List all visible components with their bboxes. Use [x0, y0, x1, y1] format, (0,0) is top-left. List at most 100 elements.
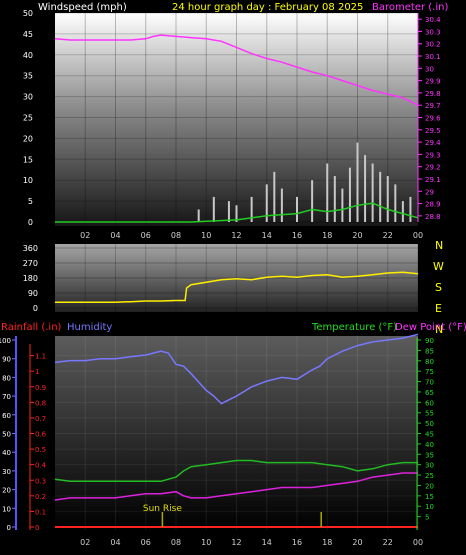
wind-y-tick-label: 20	[23, 134, 33, 143]
rainfall-y-tick-label: 1.1	[35, 353, 46, 361]
temperature-y-tick-label: 30	[425, 462, 434, 470]
x-tick-label: 00	[413, 538, 423, 547]
barometer-y-tick-label: 30.2	[425, 41, 441, 49]
rainfall-y-tick-label: 0.7	[35, 415, 46, 423]
humidity-y-tick-label: 70	[2, 393, 11, 401]
direction-y-tick-label: 180	[23, 274, 38, 283]
x-tick-label: 08	[171, 231, 181, 240]
wind-barometer-panel: 0 5 10 15 20 25 30 35 40 45 50 28.8 28.9 29 29.1 29.2 2…	[23, 9, 441, 240]
x-tick-label: 12	[231, 538, 241, 547]
x-tick-label: 14	[262, 231, 272, 240]
wind-direction-panel: 0 90 180 270 360	[23, 244, 419, 313]
barometer-y-tick-label: 29.4	[425, 139, 441, 147]
rainfall-y-tick-label: 0.1	[35, 508, 46, 516]
wind-y-tick-label: 10	[23, 176, 33, 185]
climate-panel: 0102030405060708090100 00.10.20.30.40.50…	[0, 333, 434, 547]
temperature-y-tick-label: 90	[425, 337, 434, 345]
barometer-y-tick-label: 30	[425, 65, 434, 73]
x-tick-label: 02	[80, 538, 90, 547]
compass-label: N	[435, 239, 443, 252]
rainfall-axis-title: Rainfall (.in)	[1, 322, 62, 333]
chart-title: 24 hour graph day : February 08 2025	[172, 2, 363, 13]
rainfall-y-tick-label: 0.5	[35, 446, 46, 454]
humidity-y-tick-label: 80	[2, 374, 11, 382]
x-tick-label: 02	[80, 231, 90, 240]
temperature-y-tick-label: 55	[425, 410, 434, 418]
direction-y-tick-label: 270	[23, 259, 38, 268]
direction-y-tick-label: 90	[28, 289, 38, 298]
temperature-y-tick-label: 35	[425, 451, 434, 459]
temperature-y-tick-label: 25	[425, 472, 434, 480]
wind-y-tick-label: 15	[23, 155, 33, 164]
x-tick-label: 04	[110, 231, 120, 240]
weather-graph-canvas: Windspeed (mph) 24 hour graph day : Febr…	[0, 2, 466, 547]
wind-y-tick-label: 45	[23, 30, 33, 39]
rainfall-y-tick-label: 0.2	[35, 493, 46, 501]
x-tick-label: 06	[141, 231, 151, 240]
compass-label: W	[433, 260, 444, 273]
barometer-y-tick-label: 29.6	[425, 115, 441, 123]
wind-y-tick-label: 50	[23, 9, 33, 18]
x-tick-label: 22	[383, 538, 393, 547]
x-tick-label: 10	[201, 538, 211, 547]
wind-y-tick-label: 35	[23, 72, 33, 81]
humidity-y-tick-label: 90	[2, 356, 11, 364]
barometer-y-tick-label: 28.9	[425, 201, 441, 209]
x-tick-label: 12	[231, 231, 241, 240]
rainfall-y-tick-label: 0.6	[35, 431, 47, 439]
dewpoint-axis-title: Dew Point (°F)	[395, 322, 466, 333]
humidity-y-tick-label: 30	[2, 468, 11, 476]
humidity-axis-title: Humidity	[67, 322, 112, 333]
humidity-y-tick-label: 10	[2, 505, 11, 513]
temperature-y-tick-label: 70	[425, 379, 434, 387]
x-tick-label: 06	[141, 538, 151, 547]
wind-y-tick-label: 0	[28, 218, 33, 227]
compass-label: E	[435, 302, 442, 315]
rainfall-y-tick-label: 0.3	[35, 477, 46, 485]
temperature-y-tick-label: 15	[425, 493, 434, 501]
temperature-y-tick-label: 85	[425, 347, 434, 355]
temperature-y-tick-label: 10	[425, 503, 434, 511]
barometer-y-tick-label: 29.5	[425, 127, 441, 135]
wind-axis-title: Windspeed (mph)	[38, 2, 127, 13]
direction-y-tick-label: 0	[33, 304, 38, 313]
x-tick-label: 00	[413, 231, 423, 240]
barometer-axis-title: Barometer (.in)	[372, 2, 448, 13]
rainfall-y-tick-label: 1	[35, 368, 39, 376]
x-tick-label: 14	[262, 538, 272, 547]
rainfall-y-tick-label: 0.9	[35, 384, 46, 392]
barometer-y-tick-label: 29.9	[425, 78, 441, 86]
temperature-y-tick-label: 50	[425, 420, 434, 428]
humidity-y-tick-label: 50	[2, 431, 11, 439]
barometer-y-tick-label: 29.1	[425, 176, 441, 184]
temperature-y-tick-label: 40	[425, 441, 434, 449]
barometer-y-tick-label: 29.7	[425, 102, 441, 110]
humidity-y-tick-label: 20	[2, 487, 11, 495]
x-tick-label: 16	[292, 231, 302, 240]
x-tick-label: 16	[292, 538, 302, 547]
barometer-y-tick-label: 29.3	[425, 151, 441, 159]
x-tick-label: 04	[110, 538, 120, 547]
barometer-y-tick-label: 28.8	[425, 213, 441, 221]
x-tick-label: 10	[201, 231, 211, 240]
humidity-y-tick-label: 100	[0, 337, 11, 345]
wind-y-tick-label: 40	[23, 51, 33, 60]
x-tick-label: 18	[322, 231, 332, 240]
x-tick-label: 20	[352, 231, 362, 240]
compass-label: S	[435, 281, 442, 294]
x-tick-label: 08	[171, 538, 181, 547]
x-tick-label: 18	[322, 538, 332, 547]
humidity-y-tick-label: 60	[2, 412, 11, 420]
barometer-y-tick-label: 29.8	[425, 90, 441, 98]
barometer-y-tick-label: 30.4	[425, 16, 441, 24]
humidity-y-tick-label: 40	[2, 449, 11, 457]
temperature-y-tick-label: 75	[425, 368, 434, 376]
temperature-y-tick-label: 80	[425, 358, 434, 366]
barometer-y-tick-label: 30.1	[425, 53, 441, 61]
rainfall-y-tick-label: 0.4	[35, 462, 47, 470]
direction-y-tick-label: 360	[23, 244, 38, 253]
temperature-y-tick-label: 60	[425, 399, 434, 407]
temperature-y-tick-label: 45	[425, 431, 434, 439]
temperature-y-tick-label: 65	[425, 389, 434, 397]
temperature-axis-title: Temperature (°F)	[311, 322, 397, 333]
